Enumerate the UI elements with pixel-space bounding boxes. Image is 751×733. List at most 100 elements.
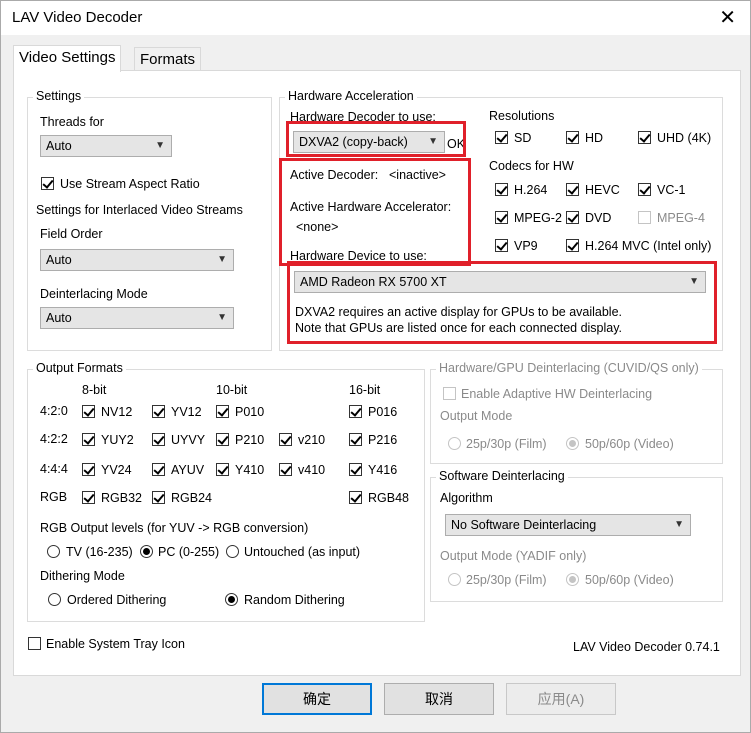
fmt-p010-checkbox[interactable]: [216, 405, 229, 418]
fmt-rgb32-checkbox[interactable]: [82, 491, 95, 504]
dither-ordered-label: Ordered Dithering: [67, 593, 167, 607]
codec-hevc-checkbox[interactable]: [566, 183, 579, 196]
stream-aspect-checkbox[interactable]: [41, 177, 54, 190]
tab-formats[interactable]: Formats: [134, 47, 202, 72]
res-uhd-checkbox[interactable]: [638, 131, 651, 144]
codec-mpeg4-checkbox[interactable]: [638, 211, 651, 224]
algorithm-select[interactable]: No Software Deinterlacing ▼: [445, 514, 691, 536]
fmt-yuy2-checkbox[interactable]: [82, 433, 95, 446]
algorithm-value: No Software Deinterlacing: [451, 518, 597, 532]
levels-tv-radio[interactable]: [47, 545, 60, 558]
fmt-rgb24-checkbox[interactable]: [152, 491, 165, 504]
hw-video-radio[interactable]: [566, 437, 579, 450]
interlaced-label: Settings for Interlaced Video Streams: [36, 203, 243, 217]
fmt-p216-label: P216: [368, 433, 398, 447]
title-bar: LAV Video Decoder ✕: [0, 0, 751, 35]
codec-vc1-label: VC-1: [657, 183, 686, 197]
window-title: LAV Video Decoder: [12, 9, 143, 26]
codec-h264-checkbox[interactable]: [495, 183, 508, 196]
codec-mvc-checkbox[interactable]: [566, 239, 579, 252]
ok-button[interactable]: 确定: [262, 683, 372, 715]
dither-random-radio[interactable]: [225, 593, 238, 606]
codec-vp9-label: VP9: [514, 239, 538, 253]
chevron-down-icon: ▼: [217, 254, 227, 265]
fmt-v210-label: v210: [298, 433, 326, 447]
tab-video-settings[interactable]: Video Settings: [13, 45, 122, 72]
res-sd-label: SD: [514, 131, 532, 145]
hw-video-label: 50p/60p (Video): [585, 437, 674, 451]
fmt-v410-checkbox[interactable]: [279, 463, 292, 476]
output-formats-label: Output Formats: [33, 361, 126, 375]
fmt-yv24-checkbox[interactable]: [82, 463, 95, 476]
res-hd-label: HD: [585, 131, 604, 145]
codec-vc1-checkbox[interactable]: [638, 183, 651, 196]
codec-vp9-checkbox[interactable]: [495, 239, 508, 252]
row-rgb-label: RGB: [40, 490, 68, 504]
col-8bit-label: 8-bit: [82, 383, 107, 397]
fmt-p016-label: P016: [368, 405, 398, 419]
algorithm-label: Algorithm: [440, 491, 493, 505]
fmt-p016-checkbox[interactable]: [349, 405, 362, 418]
fmt-y410-checkbox[interactable]: [216, 463, 229, 476]
hw-film-radio[interactable]: [448, 437, 461, 450]
highlight-box-device: [287, 261, 717, 344]
apply-button[interactable]: 应用(A): [506, 683, 616, 715]
fmt-ayuv-label: AYUV: [171, 463, 205, 477]
row-422-label: 4:2:2: [40, 432, 68, 446]
codec-mpeg2-label: MPEG-2: [514, 211, 562, 225]
sw-film-label: 25p/30p (Film): [466, 573, 547, 587]
fmt-y416-checkbox[interactable]: [349, 463, 362, 476]
dither-ordered-radio[interactable]: [48, 593, 61, 606]
chevron-down-icon: ▼: [155, 140, 165, 151]
highlight-box-decoder: [286, 121, 466, 157]
res-hd-checkbox[interactable]: [566, 131, 579, 144]
adaptive-hw-deint-label: Enable Adaptive HW Deinterlacing: [461, 387, 653, 401]
levels-pc-radio[interactable]: [140, 545, 153, 558]
codec-dvd-checkbox[interactable]: [566, 211, 579, 224]
codec-hevc-label: HEVC: [585, 183, 620, 197]
system-tray-checkbox[interactable]: [28, 637, 41, 650]
fmt-yuy2-label: YUY2: [101, 433, 134, 447]
fmt-ayuv-checkbox[interactable]: [152, 463, 165, 476]
levels-untouched-radio[interactable]: [226, 545, 239, 558]
fmt-y416-label: Y416: [368, 463, 398, 477]
highlight-box-active: [279, 158, 471, 266]
fmt-rgb48-checkbox[interactable]: [349, 491, 362, 504]
rgb-levels-label: RGB Output levels (for YUV -> RGB conver…: [40, 521, 309, 535]
fmt-yv12-checkbox[interactable]: [152, 405, 165, 418]
deinterlacing-mode-value: Auto: [46, 311, 72, 325]
system-tray-label: Enable System Tray Icon: [46, 637, 185, 651]
cancel-button[interactable]: 取消: [384, 683, 494, 715]
hw-film-label: 25p/30p (Film): [466, 437, 547, 451]
fmt-v210-checkbox[interactable]: [279, 433, 292, 446]
dither-mode-label: Dithering Mode: [40, 569, 125, 583]
threads-value: Auto: [46, 139, 72, 153]
chevron-down-icon: ▼: [674, 519, 684, 530]
threads-label: Threads for: [40, 115, 104, 129]
adaptive-hw-deint-checkbox[interactable]: [443, 387, 456, 400]
fmt-v410-label: v410: [298, 463, 326, 477]
threads-select[interactable]: Auto ▼: [40, 135, 172, 157]
levels-tv-label: TV (16-235): [66, 545, 133, 559]
stream-aspect-label: Use Stream Aspect Ratio: [60, 177, 200, 191]
codec-mvc-label: H.264 MVC (Intel only): [585, 239, 712, 253]
sw-video-radio[interactable]: [566, 573, 579, 586]
hw-output-mode-label: Output Mode: [440, 409, 513, 423]
fmt-p216-checkbox[interactable]: [349, 433, 362, 446]
field-order-select[interactable]: Auto ▼: [40, 249, 234, 271]
close-icon[interactable]: ✕: [719, 5, 736, 30]
codec-mpeg2-checkbox[interactable]: [495, 211, 508, 224]
fmt-nv12-checkbox[interactable]: [82, 405, 95, 418]
col-16bit-label: 16-bit: [349, 383, 381, 397]
sw-film-radio[interactable]: [448, 573, 461, 586]
fmt-p210-checkbox[interactable]: [216, 433, 229, 446]
sw-video-label: 50p/60p (Video): [585, 573, 674, 587]
fmt-uyvy-checkbox[interactable]: [152, 433, 165, 446]
fmt-p010-label: P010: [235, 405, 265, 419]
hw-accel-group-label: Hardware Acceleration: [285, 89, 417, 103]
deinterlacing-mode-select[interactable]: Auto ▼: [40, 307, 234, 329]
res-sd-checkbox[interactable]: [495, 131, 508, 144]
sw-deint-group-label: Software Deinterlacing: [436, 469, 568, 483]
levels-pc-label: PC (0-255): [158, 545, 220, 559]
fmt-nv12-label: NV12: [101, 405, 133, 419]
